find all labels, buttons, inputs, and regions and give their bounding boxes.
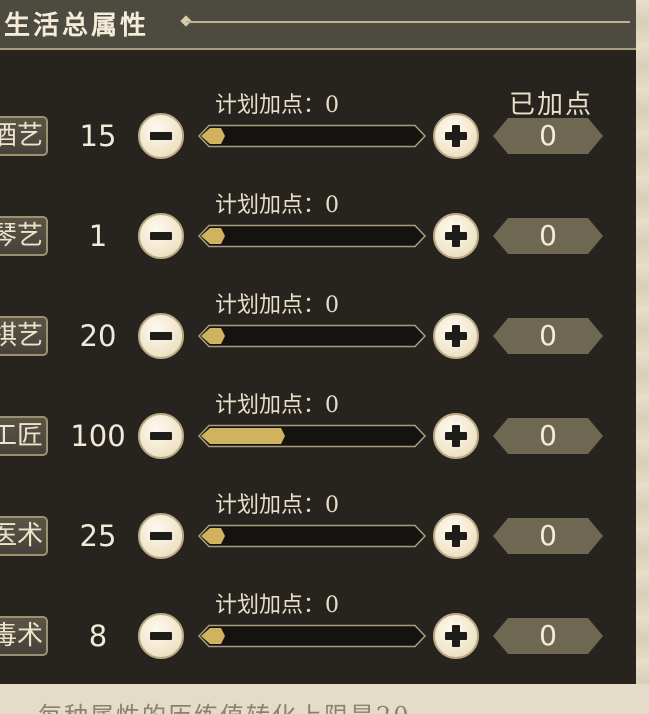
points-slider[interactable] bbox=[196, 324, 428, 348]
attribute-name-tag: 棋艺 bbox=[0, 316, 48, 356]
attribute-name-tag: 琴艺 bbox=[0, 216, 48, 256]
increase-button[interactable] bbox=[433, 113, 479, 159]
attribute-row: 工匠 100 计划加点：0 0 bbox=[0, 393, 636, 500]
increase-button[interactable] bbox=[433, 413, 479, 459]
decrease-button[interactable] bbox=[138, 413, 184, 459]
attribute-value: 15 bbox=[79, 119, 117, 153]
added-points-badge: 0 bbox=[492, 217, 604, 255]
slider-track bbox=[197, 224, 427, 248]
attribute-value: 8 bbox=[88, 619, 108, 653]
planned-points-label: 计划加点：0 bbox=[215, 393, 339, 418]
minus-icon bbox=[150, 132, 172, 140]
attribute-value: 100 bbox=[70, 419, 126, 453]
attribute-name-tag: 工匠 bbox=[0, 416, 48, 456]
planned-points-label: 计划加点：0 bbox=[215, 93, 339, 118]
added-points-badge: 0 bbox=[492, 617, 604, 655]
added-points-value: 0 bbox=[539, 519, 557, 552]
slider-track bbox=[197, 124, 427, 148]
attribute-value: 20 bbox=[79, 319, 117, 353]
minus-icon bbox=[150, 432, 172, 440]
plus-icon bbox=[452, 325, 460, 347]
added-points-value: 0 bbox=[539, 619, 557, 652]
header-divider-line bbox=[186, 21, 630, 23]
decrease-button[interactable] bbox=[138, 613, 184, 659]
slider-track bbox=[197, 524, 427, 548]
increase-button[interactable] bbox=[433, 313, 479, 359]
attribute-value: 1 bbox=[88, 219, 108, 253]
increase-button[interactable] bbox=[433, 513, 479, 559]
added-points-badge: 0 bbox=[492, 417, 604, 455]
plus-icon bbox=[452, 625, 460, 647]
increase-button[interactable] bbox=[433, 213, 479, 259]
footer-strip: 每种属性的历练值转化上限是20 bbox=[0, 684, 649, 714]
panel-title: 生活总属性 bbox=[4, 11, 150, 41]
added-points-value: 0 bbox=[539, 219, 557, 252]
attribute-row: 棋艺 20 计划加点：0 0 bbox=[0, 293, 636, 400]
attribute-row: 酒艺 15 计划加点：0 0 bbox=[0, 93, 636, 200]
attribute-name-tag: 毒术 bbox=[0, 616, 48, 656]
plus-icon bbox=[452, 525, 460, 547]
planned-points-label: 计划加点：0 bbox=[215, 193, 339, 218]
parchment-edge bbox=[636, 0, 649, 714]
minus-icon bbox=[150, 632, 172, 640]
points-slider[interactable] bbox=[196, 424, 428, 448]
added-points-value: 0 bbox=[539, 419, 557, 452]
decrease-button[interactable] bbox=[138, 313, 184, 359]
added-points-value: 0 bbox=[539, 319, 557, 352]
planned-points-label: 计划加点：0 bbox=[215, 593, 339, 618]
slider-track bbox=[197, 624, 427, 648]
planned-points-label: 计划加点：0 bbox=[215, 493, 339, 518]
decrease-button[interactable] bbox=[138, 113, 184, 159]
increase-button[interactable] bbox=[433, 613, 479, 659]
minus-icon bbox=[150, 232, 172, 240]
attribute-name-tag: 医术 bbox=[0, 516, 48, 556]
attribute-row: 琴艺 1 计划加点：0 0 bbox=[0, 193, 636, 300]
minus-icon bbox=[150, 532, 172, 540]
slider-track bbox=[197, 324, 427, 348]
planned-points-label: 计划加点：0 bbox=[215, 293, 339, 318]
points-slider[interactable] bbox=[196, 524, 428, 548]
slider-fill bbox=[201, 428, 285, 444]
plus-icon bbox=[452, 425, 460, 447]
added-points-badge: 0 bbox=[492, 117, 604, 155]
decrease-button[interactable] bbox=[138, 513, 184, 559]
plus-icon bbox=[452, 225, 460, 247]
attribute-name-tag: 酒艺 bbox=[0, 116, 48, 156]
footer-note: 每种属性的历练值转化上限是20 bbox=[38, 696, 411, 714]
added-points-badge: 0 bbox=[492, 317, 604, 355]
attribute-value: 25 bbox=[79, 519, 117, 553]
points-slider[interactable] bbox=[196, 124, 428, 148]
minus-icon bbox=[150, 332, 172, 340]
added-points-badge: 0 bbox=[492, 517, 604, 555]
plus-icon bbox=[452, 125, 460, 147]
decrease-button[interactable] bbox=[138, 213, 184, 259]
attribute-row: 医术 25 计划加点：0 0 bbox=[0, 493, 636, 600]
added-points-value: 0 bbox=[539, 119, 557, 152]
points-slider[interactable] bbox=[196, 224, 428, 248]
points-slider[interactable] bbox=[196, 624, 428, 648]
panel-header: 生活总属性 bbox=[0, 0, 636, 50]
